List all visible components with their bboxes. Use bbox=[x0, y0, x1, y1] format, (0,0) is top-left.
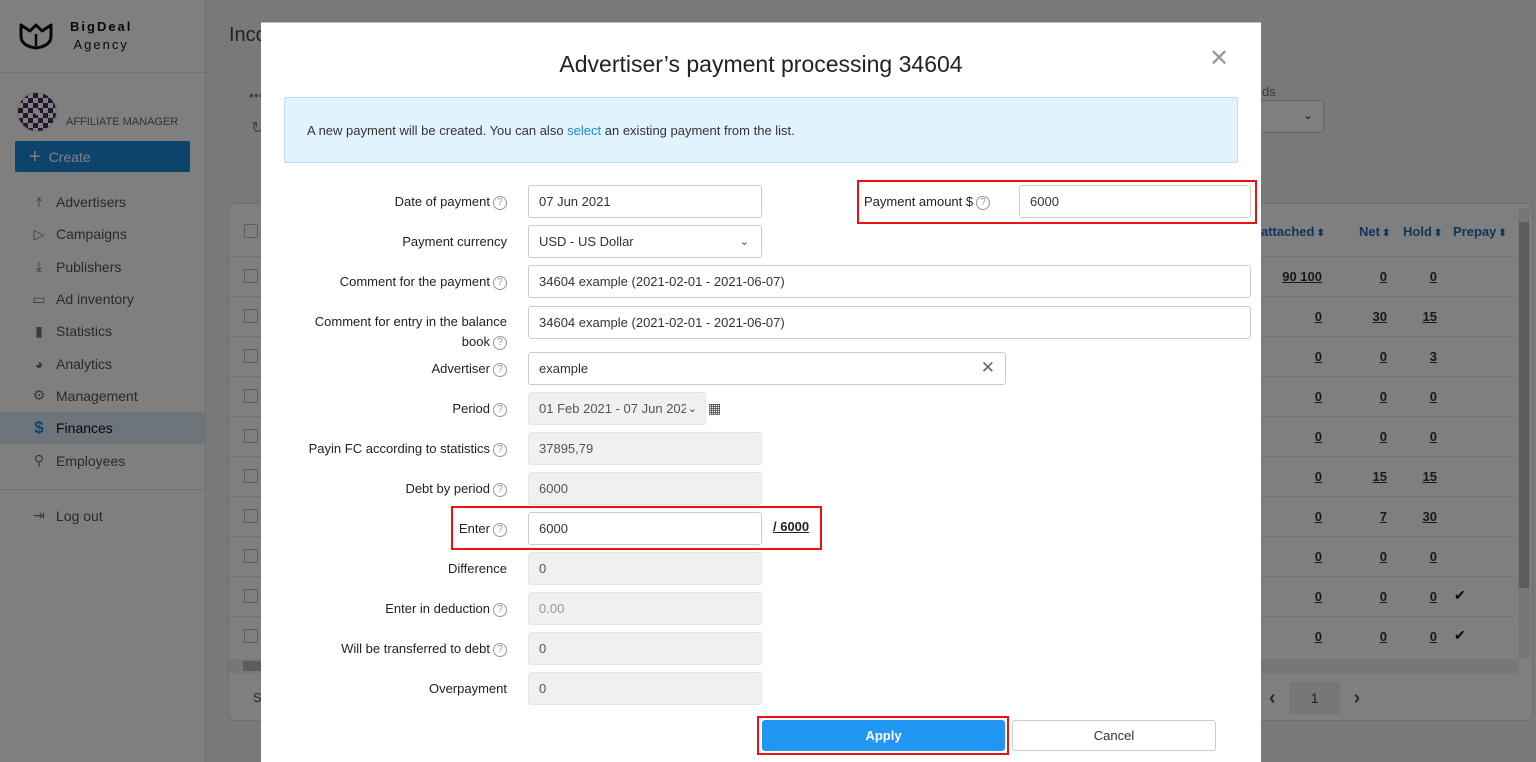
help-icon[interactable]: ? bbox=[493, 443, 507, 457]
help-icon[interactable]: ? bbox=[493, 196, 507, 210]
field-value: USD - US Dollar bbox=[539, 234, 634, 249]
date-of-payment-field[interactable]: 07 Jun 2021 bbox=[528, 185, 762, 218]
label-text: Enter bbox=[458, 521, 490, 536]
info-text: A new payment will be created. You can a… bbox=[307, 123, 568, 138]
help-icon[interactable]: ? bbox=[493, 363, 507, 377]
payin-fc-label: Payin FC according to statistics? bbox=[309, 439, 507, 459]
label-text: book bbox=[461, 334, 490, 349]
payment-currency-label: Payment currency bbox=[402, 234, 507, 249]
field-placeholder: 0.00 bbox=[539, 601, 565, 616]
apply-button[interactable]: Apply bbox=[762, 720, 1005, 751]
payment-processing-modal: Advertiser’s payment processing 34604 ✕ … bbox=[261, 22, 1261, 762]
field-value: 01 Feb 2021 - 07 Jun 2021 bbox=[539, 401, 696, 416]
payin-fc-field: 37895,79 bbox=[528, 432, 762, 465]
field-value: 6000 bbox=[539, 521, 568, 536]
field-value: 0 bbox=[539, 561, 547, 576]
payment-currency-select[interactable]: USD - US Dollar ⌄ bbox=[528, 225, 762, 258]
modal-title: Advertiser’s payment processing 34604 bbox=[559, 51, 963, 77]
field-value: 34604 example (2021-02-01 - 2021-06-07) bbox=[539, 274, 785, 289]
info-text: an existing payment from the list. bbox=[601, 123, 795, 138]
overpayment-field: 0 bbox=[528, 672, 762, 705]
difference-field: 0 bbox=[528, 552, 762, 585]
comment-balance-field[interactable]: 34604 example (2021-02-01 - 2021-06-07) bbox=[528, 306, 1251, 339]
field-value: example bbox=[539, 361, 589, 376]
help-icon[interactable]: ? bbox=[493, 276, 507, 290]
label-text: Debt by period bbox=[405, 481, 490, 496]
label-text: Will be transferred to debt bbox=[341, 641, 490, 656]
field-value: 0 bbox=[539, 681, 547, 696]
advertiser-field[interactable]: example ✕ bbox=[528, 352, 1006, 385]
label-text: Advertiser bbox=[431, 361, 490, 376]
label-text: Enter in deduction bbox=[385, 601, 490, 616]
comment-payment-label: Comment for the payment? bbox=[340, 272, 507, 292]
label-text: Payin FC according to statistics bbox=[308, 441, 490, 456]
select-payment-link[interactable]: select bbox=[567, 123, 601, 138]
transferred-to-debt-label: Will be transferred to debt? bbox=[341, 639, 507, 659]
help-icon[interactable]: ? bbox=[493, 403, 507, 417]
field-value: 07 Jun 2021 bbox=[539, 194, 611, 209]
help-icon[interactable]: ? bbox=[493, 483, 507, 497]
enter-total-link[interactable]: / 6000 bbox=[773, 519, 809, 534]
label-text: Period bbox=[452, 401, 490, 416]
debt-by-period-label: Debt by period? bbox=[405, 479, 507, 499]
field-value: 6000 bbox=[1030, 194, 1059, 209]
chevron-down-icon: ⌄ bbox=[685, 402, 697, 415]
transferred-to-debt-field: 0 bbox=[528, 632, 762, 665]
field-value: 6000 bbox=[539, 481, 568, 496]
field-value: 37895,79 bbox=[539, 441, 594, 456]
label-text: Comment for the payment bbox=[339, 274, 490, 289]
field-value: 34604 example (2021-02-01 - 2021-06-07) bbox=[539, 315, 785, 330]
chevron-down-icon: ⌄ bbox=[739, 236, 749, 248]
overpayment-label: Overpayment bbox=[428, 681, 507, 696]
clear-icon[interactable]: ✕ bbox=[981, 358, 995, 378]
enter-label: Enter? bbox=[459, 519, 507, 539]
date-of-payment-label: Date of payment? bbox=[395, 192, 507, 212]
payment-amount-label: Payment amount $? bbox=[864, 192, 991, 212]
field-value: 0 bbox=[539, 641, 547, 656]
period-label: Period? bbox=[452, 399, 507, 419]
comment-payment-field[interactable]: 34604 example (2021-02-01 - 2021-06-07) bbox=[528, 265, 1251, 298]
enter-in-deduction-field: 0.00 bbox=[528, 592, 762, 625]
period-select[interactable]: 01 Feb 2021 - 07 Jun 2021 ⌄ bbox=[528, 392, 706, 425]
label-text: Comment for entry in the balance bbox=[314, 314, 507, 329]
help-icon[interactable]: ? bbox=[493, 603, 507, 617]
calculator-icon[interactable]: ▦ bbox=[708, 400, 721, 417]
label-text: Payment amount $ bbox=[864, 194, 974, 209]
enter-field[interactable]: 6000 bbox=[528, 512, 762, 545]
comment-balance-label: Comment for entry in the balance book? bbox=[315, 312, 507, 352]
close-icon[interactable]: ✕ bbox=[1207, 47, 1231, 71]
debt-by-period-field: 6000 bbox=[528, 472, 762, 505]
help-icon[interactable]: ? bbox=[976, 196, 991, 210]
label-text: Date of payment bbox=[394, 194, 490, 209]
info-message: A new payment will be created. You can a… bbox=[284, 97, 1238, 163]
enter-in-deduction-label: Enter in deduction? bbox=[385, 599, 507, 619]
cancel-button[interactable]: Cancel bbox=[1012, 720, 1216, 751]
help-icon[interactable]: ? bbox=[493, 336, 507, 350]
payment-amount-field[interactable]: 6000 bbox=[1019, 185, 1251, 218]
help-icon[interactable]: ? bbox=[493, 643, 507, 657]
difference-label: Difference bbox=[447, 561, 507, 576]
advertiser-label: Advertiser? bbox=[431, 359, 507, 379]
help-icon[interactable]: ? bbox=[493, 523, 507, 537]
